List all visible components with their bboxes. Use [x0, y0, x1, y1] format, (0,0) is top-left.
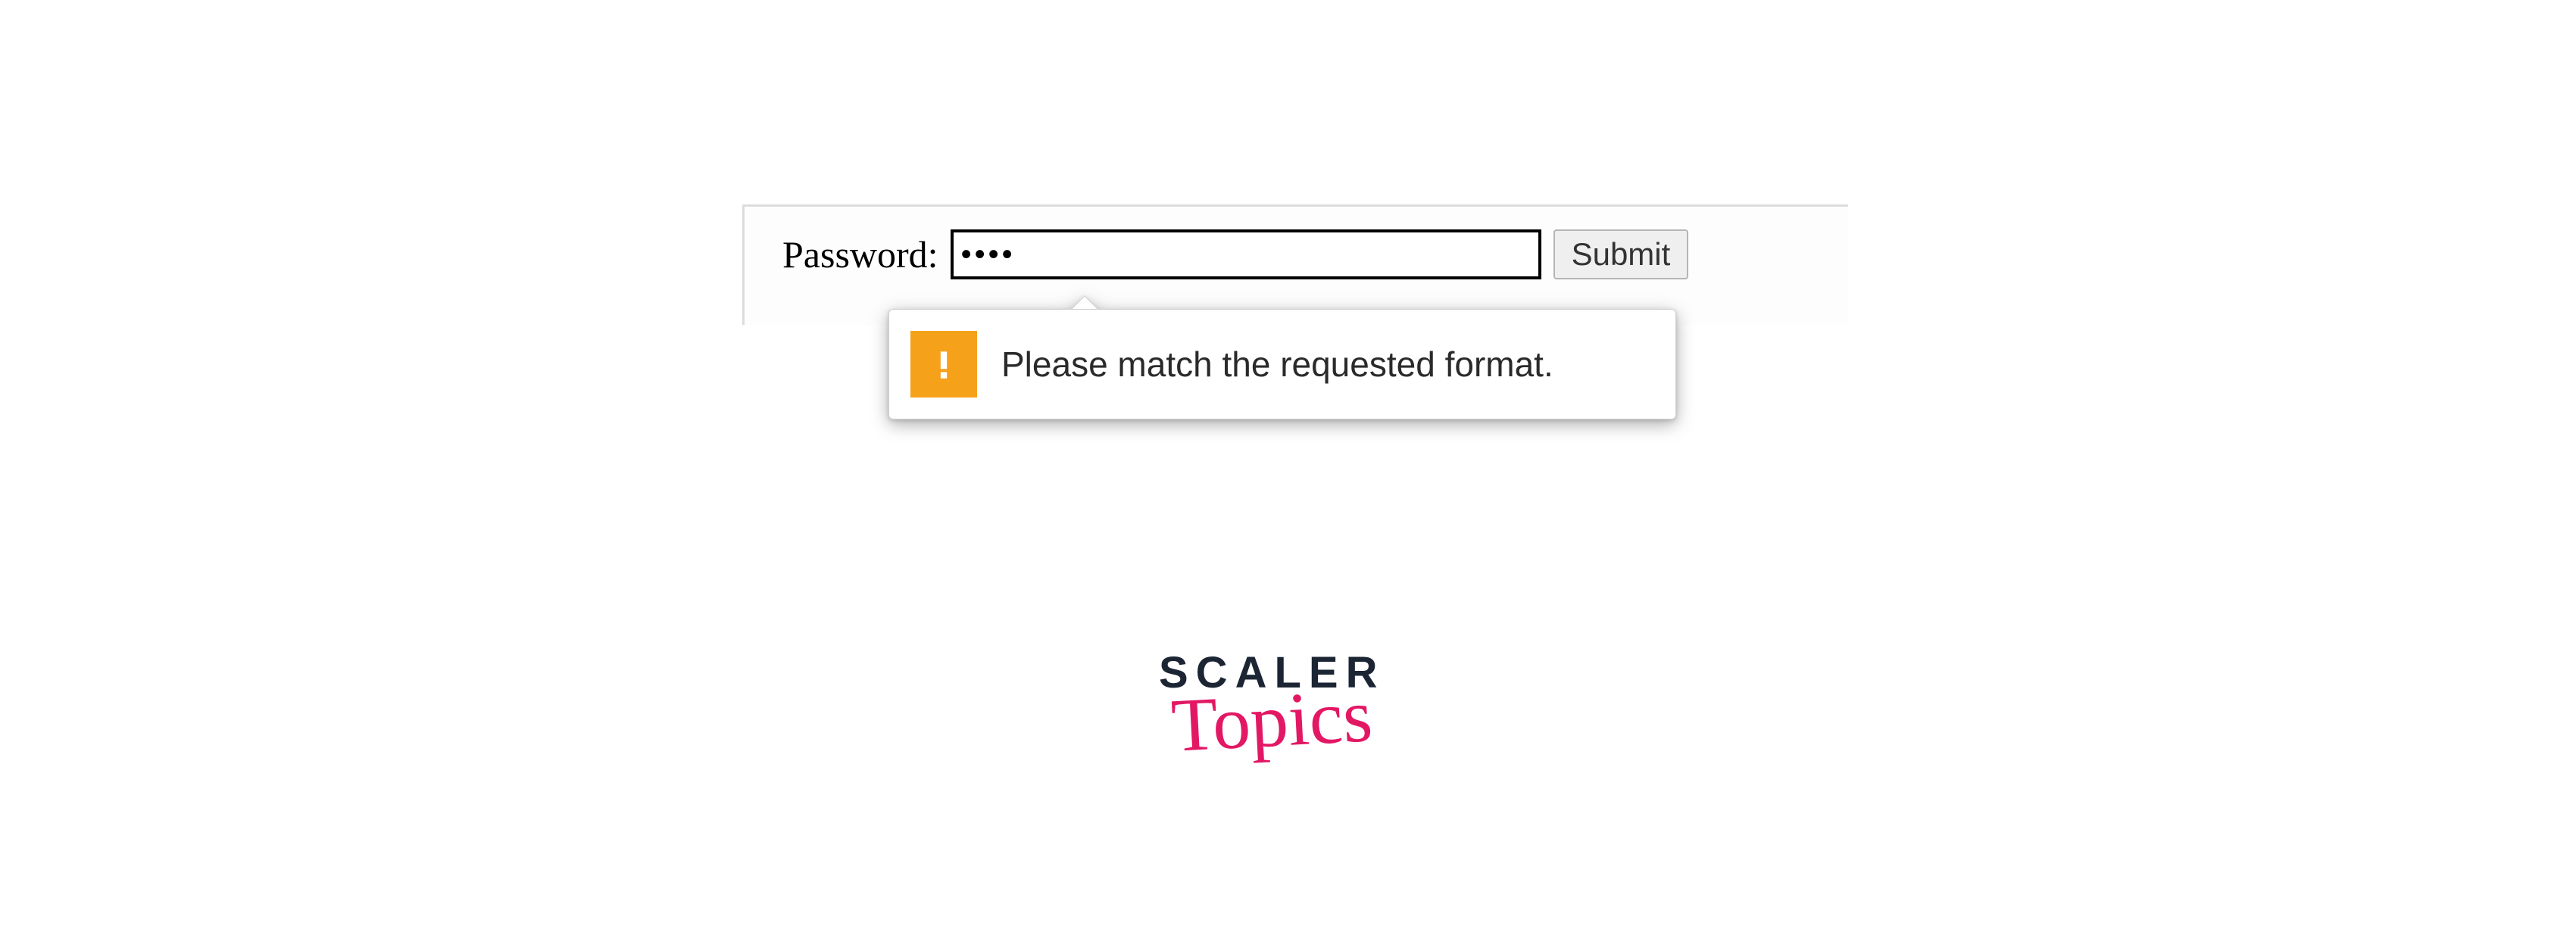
validation-tooltip: Please match the requested format.: [888, 309, 1676, 419]
validation-message: Please match the requested format.: [1001, 344, 1553, 385]
password-input[interactable]: [951, 229, 1541, 279]
submit-button[interactable]: Submit: [1553, 229, 1689, 279]
password-row: Password: Submit: [782, 229, 1833, 279]
logo-word-topics: Topics: [1157, 684, 1386, 757]
logo-word-scaler: SCALER: [1159, 651, 1385, 695]
tooltip-arrow: [1070, 295, 1098, 309]
password-label: Password:: [782, 232, 938, 276]
warning-icon: [910, 331, 977, 398]
form-panel: Password: Submit Please match the reques…: [742, 204, 1848, 325]
scaler-topics-logo: SCALER Topics: [1159, 651, 1385, 751]
